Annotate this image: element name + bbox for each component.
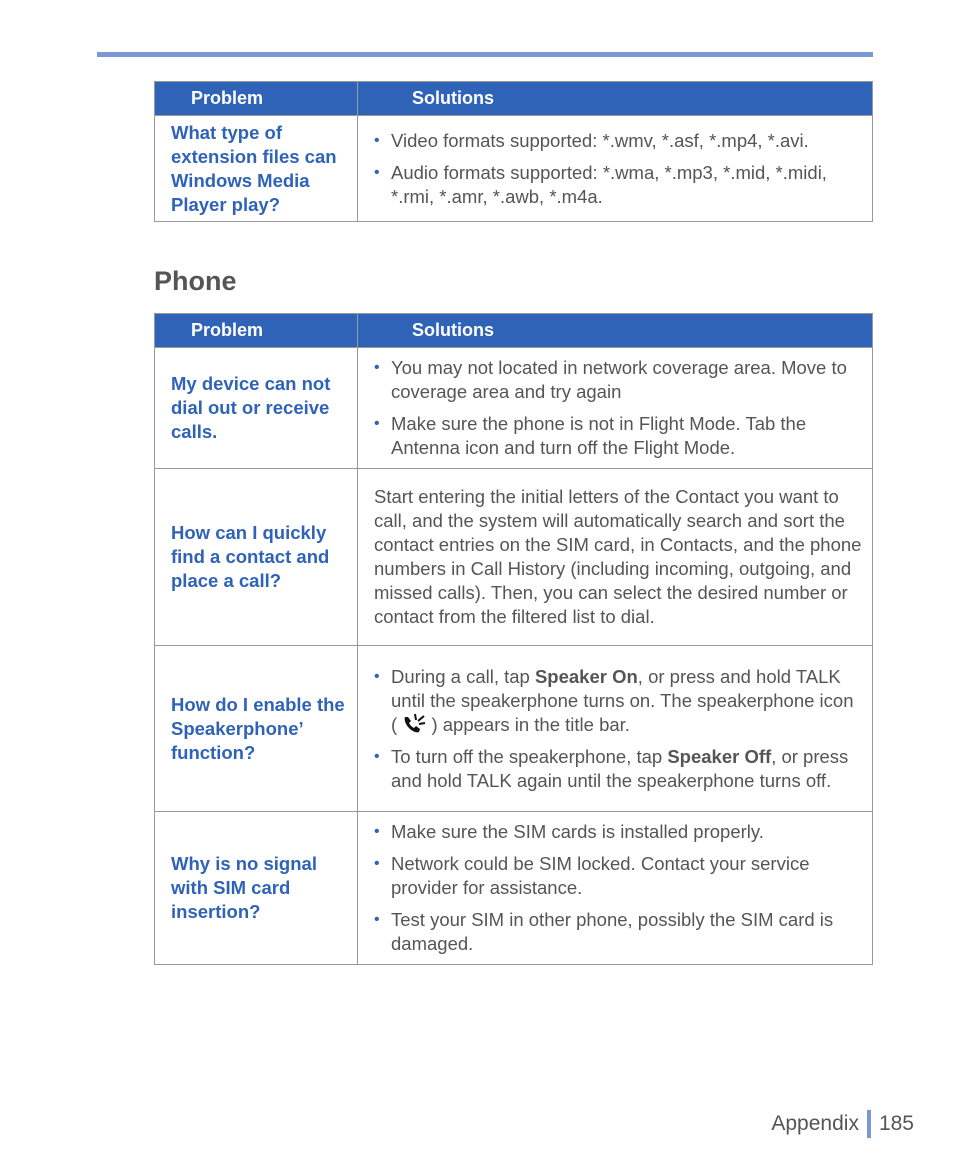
page-number: 185 — [878, 1112, 914, 1135]
problem-cell: How can I quickly find a contact and pla… — [154, 468, 358, 646]
header-rule — [97, 52, 873, 57]
speaker-off-label: Speaker Off — [667, 745, 772, 767]
table-row: Why is no signal with SIM card insertion… — [154, 811, 873, 965]
bullet-icon: • — [374, 359, 380, 376]
section-title: Phone — [154, 266, 237, 296]
solution-item: • To turn off the speakerphone, tap Speak… — [374, 745, 849, 791]
solution-list: • During a call, tap Speaker On, or press… — [374, 665, 862, 793]
bullet-icon: • — [374, 911, 380, 928]
phone-faq-table: Problem Solutions My device can not dial… — [154, 313, 873, 965]
footer-section-label: Appendix — [771, 1112, 859, 1135]
problem-cell: Why is no signal with SIM card insertion… — [154, 811, 358, 965]
bullet-icon: • — [374, 747, 380, 765]
solution-item: • Video formats supported: *.wmv, *.asf, … — [374, 129, 809, 151]
solution-item: • Test your SIM in other phone, possibly … — [374, 909, 834, 954]
bullet-icon: • — [374, 855, 380, 872]
solution-cell: • Video formats supported: *.wmv, *.asf, … — [357, 115, 873, 222]
solution-item: • You may not located in network coverage… — [374, 357, 847, 402]
table-header-row: Problem Solutions — [154, 81, 873, 116]
solution-item: • Make sure the SIM cards is installed pr… — [374, 821, 764, 842]
solution-cell: • During a call, tap Speaker On, or press… — [357, 645, 873, 812]
solution-item: • Make sure the phone is not in Flight Mo… — [374, 413, 807, 458]
table-header-row: Problem Solutions — [154, 313, 873, 348]
problem-cell: How do I enable the Speakerphone’ functi… — [154, 645, 358, 812]
footer-divider — [866, 1110, 871, 1138]
problem-cell: What type of extension files can Windows… — [154, 115, 358, 222]
bullet-icon: • — [374, 131, 380, 149]
solution-list: • Make sure the SIM cards is installed pr… — [374, 820, 862, 956]
solution-list: • You may not located in network coverage… — [374, 356, 862, 460]
solutions-column-header: Solutions — [357, 313, 873, 348]
problem-column-header: Problem — [154, 313, 358, 348]
bullet-icon: • — [374, 823, 380, 840]
solution-cell: Start entering the initial letters of th… — [357, 468, 873, 646]
solution-cell: • Make sure the SIM cards is installed pr… — [357, 811, 873, 965]
speaker-on-label: Speaker On — [534, 665, 638, 687]
media-faq-table: Problem Solutions What type of extension… — [154, 81, 873, 222]
page-footer: Appendix 185 — [771, 1110, 914, 1138]
bullet-icon: • — [374, 163, 380, 181]
solution-list: • Video formats supported: *.wmv, *.asf, … — [374, 129, 862, 209]
solution-item: • Network could be SIM locked. Contact yo… — [374, 853, 810, 898]
problem-cell: My device can not dial out or receive ca… — [154, 347, 358, 469]
solution-cell: • You may not located in network coverage… — [357, 347, 873, 469]
solutions-column-header: Solutions — [357, 81, 873, 116]
table-row: My device can not dial out or receive ca… — [154, 347, 873, 469]
bullet-icon: • — [374, 667, 380, 685]
table-row: What type of extension files can Windows… — [154, 115, 873, 222]
table-row: How can I quickly find a contact and pla… — [154, 468, 873, 646]
speakerphone-icon — [402, 713, 426, 735]
solution-item: • Audio formats supported: *.wma, *.mp3, … — [374, 161, 827, 207]
solution-item: • During a call, tap Speaker On, or press… — [374, 665, 854, 735]
problem-column-header: Problem — [154, 81, 358, 116]
bullet-icon: • — [374, 415, 380, 432]
table-row: How do I enable the Speakerphone’ functi… — [154, 645, 873, 812]
